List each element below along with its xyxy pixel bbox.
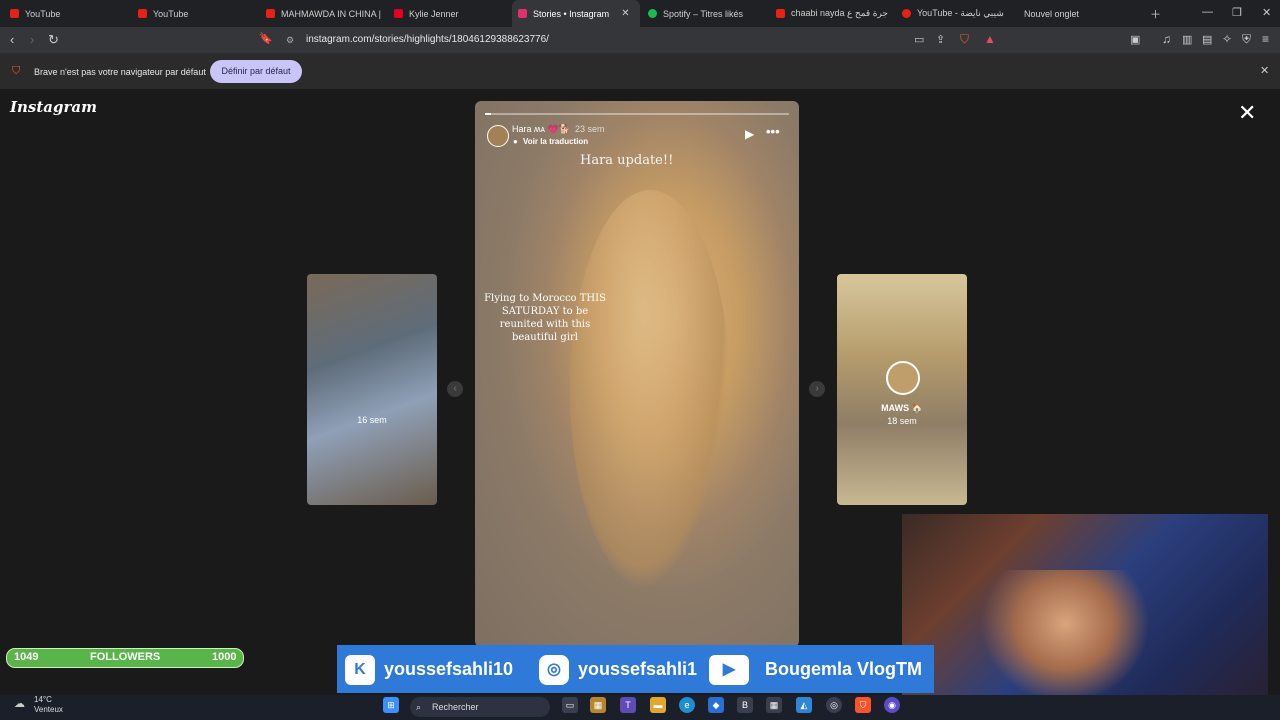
brave-shield-icon[interactable]: ⛉: [960, 32, 969, 47]
youtube-channel: Bougemla VlogTM: [765, 659, 922, 679]
brave-icon[interactable]: ⛉: [855, 697, 871, 713]
next-arrow-icon[interactable]: ›: [809, 381, 825, 397]
youtube-icon: ▶: [709, 655, 749, 685]
story-progress-fill: [485, 113, 492, 115]
search-icon: ⌕: [416, 702, 422, 712]
more-options-icon[interactable]: •••: [766, 124, 780, 139]
leo-icon[interactable]: ✧: [1222, 32, 1232, 46]
story-time: 23 sem: [575, 124, 605, 134]
youtube-icon: [776, 9, 785, 18]
reader-icon[interactable]: ▥: [1182, 33, 1192, 46]
streamer-image: [980, 570, 1150, 704]
cast-icon[interactable]: ▭: [914, 33, 924, 46]
minimize-icon[interactable]: —: [1202, 6, 1213, 18]
file-explorer-icon[interactable]: ▬: [650, 697, 666, 713]
social-media-banner: K youssefsahli10 ◎ youssefsahli1 ▶ Bouge…: [337, 645, 934, 693]
windows-taskbar: [0, 695, 1280, 720]
wallet-icon[interactable]: ▤: [1202, 33, 1212, 46]
next-story-time: 18 sem: [887, 416, 917, 426]
instagram-handle: youssefsahli1: [578, 659, 698, 679]
brave-rewards-icon[interactable]: ▲: [984, 32, 996, 46]
story-username[interactable]: Hara ʍᴀ 💗🐕: [512, 124, 570, 135]
story-progress-bar: [485, 113, 789, 115]
weather-icon: ☁: [14, 698, 25, 710]
youtube-icon: [266, 9, 275, 18]
vpn-icon[interactable]: ⛨: [1242, 32, 1251, 47]
share-icon[interactable]: ⇪: [936, 33, 945, 46]
tab-chaabi[interactable]: chaabi nayda جرة قمح ع: [772, 0, 894, 27]
translate-link[interactable]: ● Voir la traduction: [513, 137, 588, 146]
teams-icon[interactable]: T: [620, 697, 636, 713]
default-browser-infobar: ⛉ Brave n'est pas votre navigateur par d…: [0, 53, 1280, 89]
story-avatar[interactable]: [487, 125, 509, 147]
start-icon[interactable]: ⊞: [383, 697, 399, 713]
previous-arrow-icon[interactable]: ‹: [447, 381, 463, 397]
followers-goal-bar: 1049 FOLLOWERS 1000: [6, 648, 244, 668]
b-app-icon[interactable]: B: [737, 697, 753, 713]
youtube-icon: [138, 9, 147, 18]
translate-icon: ●: [513, 137, 518, 146]
weather-widget[interactable]: 14°C Venteux: [34, 695, 63, 715]
infobar-message: Brave n'est pas votre navigateur par déf…: [34, 67, 206, 77]
tab-youtube-chibi[interactable]: YouTube - شيبي نايضة: [898, 0, 1020, 27]
play-icon[interactable]: ▶: [745, 127, 754, 141]
weather-desc: Venteux: [34, 705, 63, 714]
kick-icon: K: [345, 655, 375, 685]
tab-kylie[interactable]: Kylie Jenner: [390, 0, 512, 27]
media-icon[interactable]: ♫: [1162, 32, 1171, 46]
reload-icon[interactable]: ↻: [48, 32, 59, 48]
brave-logo-icon: ⛉: [12, 65, 21, 77]
close-infobar-icon[interactable]: ✕: [1260, 64, 1269, 77]
instagram-icon: ◎: [539, 655, 569, 685]
close-tab-icon[interactable]: ✕: [621, 8, 629, 19]
spotify-icon: [648, 9, 657, 18]
followers-goal: 1000: [212, 651, 237, 663]
tab-instagram-stories[interactable]: Stories • Instagram ✕: [512, 0, 640, 27]
bookmark-icon[interactable]: 🔖: [259, 32, 273, 45]
discord-icon[interactable]: ◉: [884, 697, 900, 713]
sidebar-icon[interactable]: ▣: [1130, 33, 1140, 46]
kick-handle: youssefsahli10: [384, 659, 514, 679]
back-icon[interactable]: ‹: [10, 32, 14, 47]
close-story-icon[interactable]: ✕: [1238, 100, 1256, 126]
story-caption: Flying to Morocco THIS SATURDAY to be re…: [484, 293, 606, 343]
next-story-avatar: [886, 361, 920, 395]
next-story-name: MAWS 🏠: [881, 403, 923, 413]
followers-label: FOLLOWERS: [90, 651, 161, 663]
previous-story-time: 16 sem: [357, 415, 387, 425]
followers-current: 1049: [14, 651, 39, 663]
dropbox-icon[interactable]: ◆: [708, 697, 724, 713]
edge-icon[interactable]: e: [679, 697, 695, 713]
previous-story-preview[interactable]: 16 sem: [307, 274, 437, 505]
taskbar-search[interactable]: ⌕ Rechercher: [410, 697, 550, 717]
instagram-logo[interactable]: Instagram: [10, 98, 97, 116]
tab-mahmawda[interactable]: MAHMAWDA IN CHINA |: [262, 0, 384, 27]
azure-icon[interactable]: ◭: [796, 697, 812, 713]
tab-spotify[interactable]: Spotify – Titres likés: [644, 0, 766, 27]
youtube-icon: [10, 9, 19, 18]
close-window-icon[interactable]: ✕: [1262, 6, 1271, 19]
tab-youtube-1[interactable]: YouTube: [6, 0, 128, 27]
forward-icon[interactable]: ›: [30, 32, 34, 47]
set-default-button[interactable]: Définir par défaut: [210, 60, 302, 83]
weather-temp: 14°C: [34, 695, 52, 704]
maximize-icon[interactable]: ❐: [1232, 6, 1242, 19]
instagram-icon: [518, 9, 527, 18]
menu-icon[interactable]: ≡: [1262, 32, 1269, 46]
pinterest-icon: [394, 9, 403, 18]
chrome-icon[interactable]: ◎: [826, 697, 842, 713]
youtube-icon: [902, 9, 911, 18]
site-info-icon[interactable]: ⚙: [286, 31, 294, 49]
tab-new[interactable]: Nouvel onglet: [1024, 0, 1134, 27]
story-image-dog: [570, 190, 730, 590]
story-headline: Hara update!!: [580, 153, 674, 168]
new-tab-icon[interactable]: ＋: [1150, 6, 1161, 22]
app-icon[interactable]: ▦: [590, 697, 606, 713]
store-icon[interactable]: ▦: [766, 697, 782, 713]
task-view-icon[interactable]: ▭: [562, 697, 578, 713]
tab-youtube-2[interactable]: YouTube: [134, 0, 256, 27]
